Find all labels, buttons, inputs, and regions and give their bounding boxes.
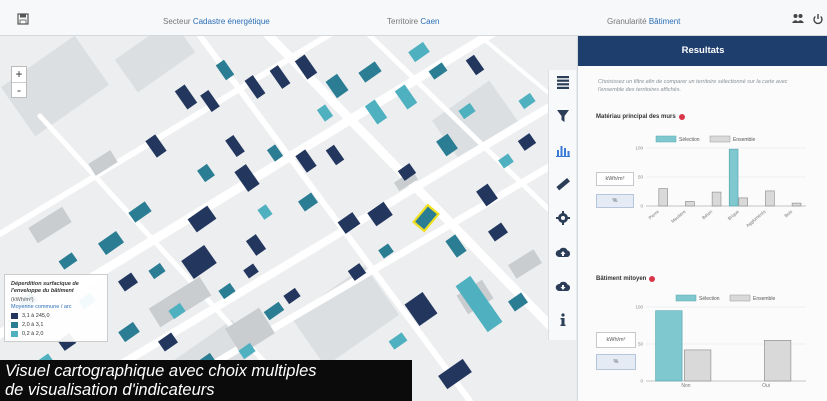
legend-method[interactable]: Moyenne commune / arc	[11, 304, 101, 310]
territoire-selector[interactable]: Territoire Caen	[387, 17, 439, 26]
legend-class-label: 2,0 à 3,1	[22, 322, 44, 328]
cloud-upload-icon[interactable]	[555, 244, 571, 260]
bar-selection	[728, 148, 739, 207]
legend-class-row: 2,0 à 3,1	[11, 322, 101, 328]
info-icon[interactable]	[555, 312, 571, 328]
save-icon[interactable]	[17, 13, 29, 25]
power-icon[interactable]	[812, 13, 824, 25]
bar-ensemble	[684, 349, 712, 382]
x-tick-label: Oui	[762, 383, 770, 389]
legend-label-selection: Sélection	[699, 296, 720, 302]
y-tick-label: 0	[640, 379, 643, 384]
filter-icon[interactable]	[555, 108, 571, 124]
results-panel: Resultats Choisissez un filtre afin de c…	[577, 36, 827, 401]
x-tick-label: Béton	[701, 209, 714, 221]
legend-swatch-low	[11, 331, 18, 337]
y-tick-label: 50	[638, 342, 644, 347]
y-tick-label: 100	[635, 305, 643, 310]
bar-ensemble	[765, 190, 775, 207]
legend-swatch-selection	[675, 294, 697, 302]
legend-class-label: 0,2 à 2,0	[22, 331, 44, 337]
y-tick-label: 50	[638, 175, 644, 180]
territoire-label: Territoire	[387, 17, 419, 26]
caption-line-1: Visuel cartographique avec choix multipl…	[5, 362, 317, 380]
map-view[interactable]: + - Déperdition surfacique de l'envelopp…	[0, 36, 576, 401]
legend-swatch-high	[11, 313, 18, 319]
caption-overlay: Visuel cartographique avec choix multipl…	[0, 360, 412, 401]
bar-ensemble	[764, 339, 792, 382]
granularite-selector[interactable]: Granularité Bâtiment	[607, 17, 680, 26]
territoire-value[interactable]: Caen	[420, 17, 439, 26]
x-tick-label: Meulière	[670, 209, 687, 224]
legend-label-ensemble: Ensemble	[733, 137, 755, 143]
x-tick-label: Non	[681, 383, 690, 389]
map-toolbar	[548, 70, 576, 340]
users-icon[interactable]	[792, 13, 804, 25]
zoom-in-button[interactable]: +	[12, 67, 26, 82]
legend-swatch-ensemble	[729, 294, 751, 302]
legend-class-label: 3,1 à 245,0	[22, 313, 50, 319]
granularite-value[interactable]: Bâtiment	[649, 17, 681, 26]
y-tick-label: 100	[635, 146, 643, 151]
bar-ensemble	[738, 197, 748, 207]
bar-selection	[655, 310, 683, 382]
map-canvas[interactable]	[0, 36, 576, 401]
legend-class-row: 0,2 à 2,0	[11, 331, 101, 337]
zoom-control: + -	[11, 66, 27, 98]
legend-swatch-medium	[11, 322, 18, 328]
x-tick-label: Pierre	[648, 209, 661, 221]
legend-class-row: 3,1 à 245,0	[11, 313, 101, 319]
legend-unit: (kWh/m²)	[11, 297, 34, 303]
secteur-label: Secteur	[163, 17, 191, 26]
bar-ensemble	[711, 191, 722, 207]
secteur-selector[interactable]: Secteur Cadastre énergétique	[163, 17, 270, 26]
table-icon[interactable]	[555, 74, 571, 90]
map-legend: Déperdition surfacique de l'enveloppe du…	[4, 274, 108, 342]
legend-swatch-selection	[655, 135, 677, 143]
bar-chart-icon[interactable]	[555, 142, 571, 158]
bar-ensemble	[658, 188, 668, 207]
granularite-label: Granularité	[607, 17, 647, 26]
x-tick-label: Agglomérés	[745, 208, 767, 228]
legend-label-selection: Sélection	[679, 137, 700, 143]
legend-swatch-ensemble	[709, 135, 731, 143]
gear-icon[interactable]	[555, 210, 571, 226]
caption-line-2: de visualisation d'indicateurs	[5, 381, 215, 399]
zoom-out-button[interactable]: -	[12, 82, 26, 97]
cloud-download-icon[interactable]	[555, 278, 571, 294]
bar-ensemble	[791, 202, 802, 207]
x-tick-label: Brique	[727, 209, 741, 222]
top-bar: Secteur Cadastre énergétique Territoire …	[0, 0, 827, 36]
x-tick-label: Bois	[783, 208, 793, 218]
y-tick-label: 0	[640, 204, 643, 209]
ruler-icon[interactable]	[555, 176, 571, 192]
legend-label-ensemble: Ensemble	[753, 296, 775, 302]
bar-ensemble	[685, 201, 695, 207]
legend-title: Déperdition surfacique de l'enveloppe du…	[11, 281, 79, 294]
chart-material: 100 50 0 Sélection Ensemble Pierre Meulière Bét…	[635, 135, 806, 389]
secteur-value[interactable]: Cadastre énergétique	[193, 17, 270, 26]
